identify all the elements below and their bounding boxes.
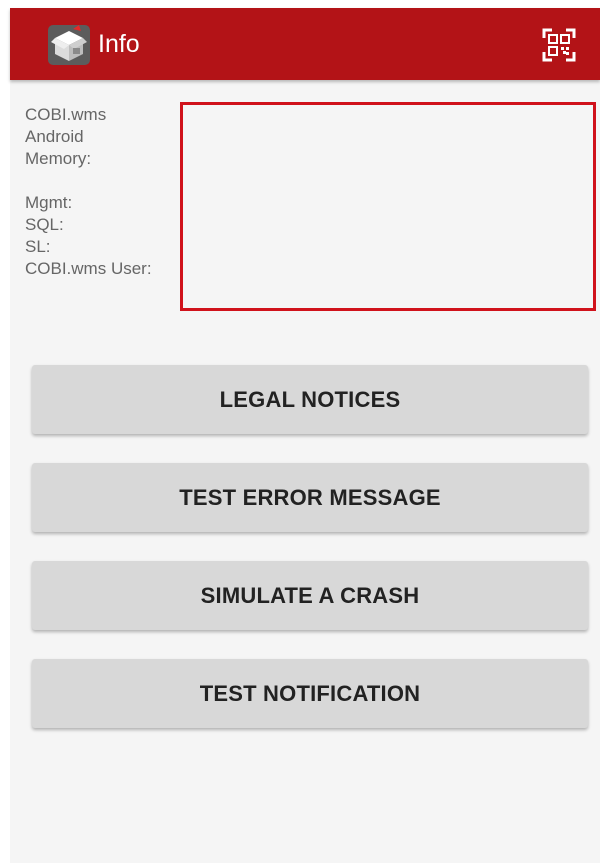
label-product: COBI.wms [25, 105, 107, 124]
info-values-highlight-box [180, 102, 596, 311]
label-sl: SL: [25, 237, 51, 256]
info-labels: COBI.wms Android Memory: Mgmt: SQL: SL: … [25, 104, 185, 280]
box-logo-icon [46, 22, 92, 68]
label-memory: Memory: [25, 149, 92, 168]
page-title: Info [98, 30, 140, 58]
label-android: Android [25, 127, 84, 146]
test-notification-button[interactable]: TEST NOTIFICATION [32, 659, 588, 728]
app-bar: Info [10, 8, 600, 80]
qr-code-icon[interactable] [542, 28, 576, 62]
label-user: COBI.wms User: [25, 259, 152, 278]
legal-notices-button[interactable]: LEGAL NOTICES [32, 365, 588, 434]
info-screen: Info COBI.wms Android Memory: Mgmt: SQL: [10, 8, 600, 863]
simulate-crash-button[interactable]: SIMULATE A CRASH [32, 561, 588, 630]
label-sql: SQL: [25, 215, 64, 234]
label-mgmt: Mgmt: [25, 193, 73, 212]
test-error-message-button[interactable]: TEST ERROR MESSAGE [32, 463, 588, 532]
